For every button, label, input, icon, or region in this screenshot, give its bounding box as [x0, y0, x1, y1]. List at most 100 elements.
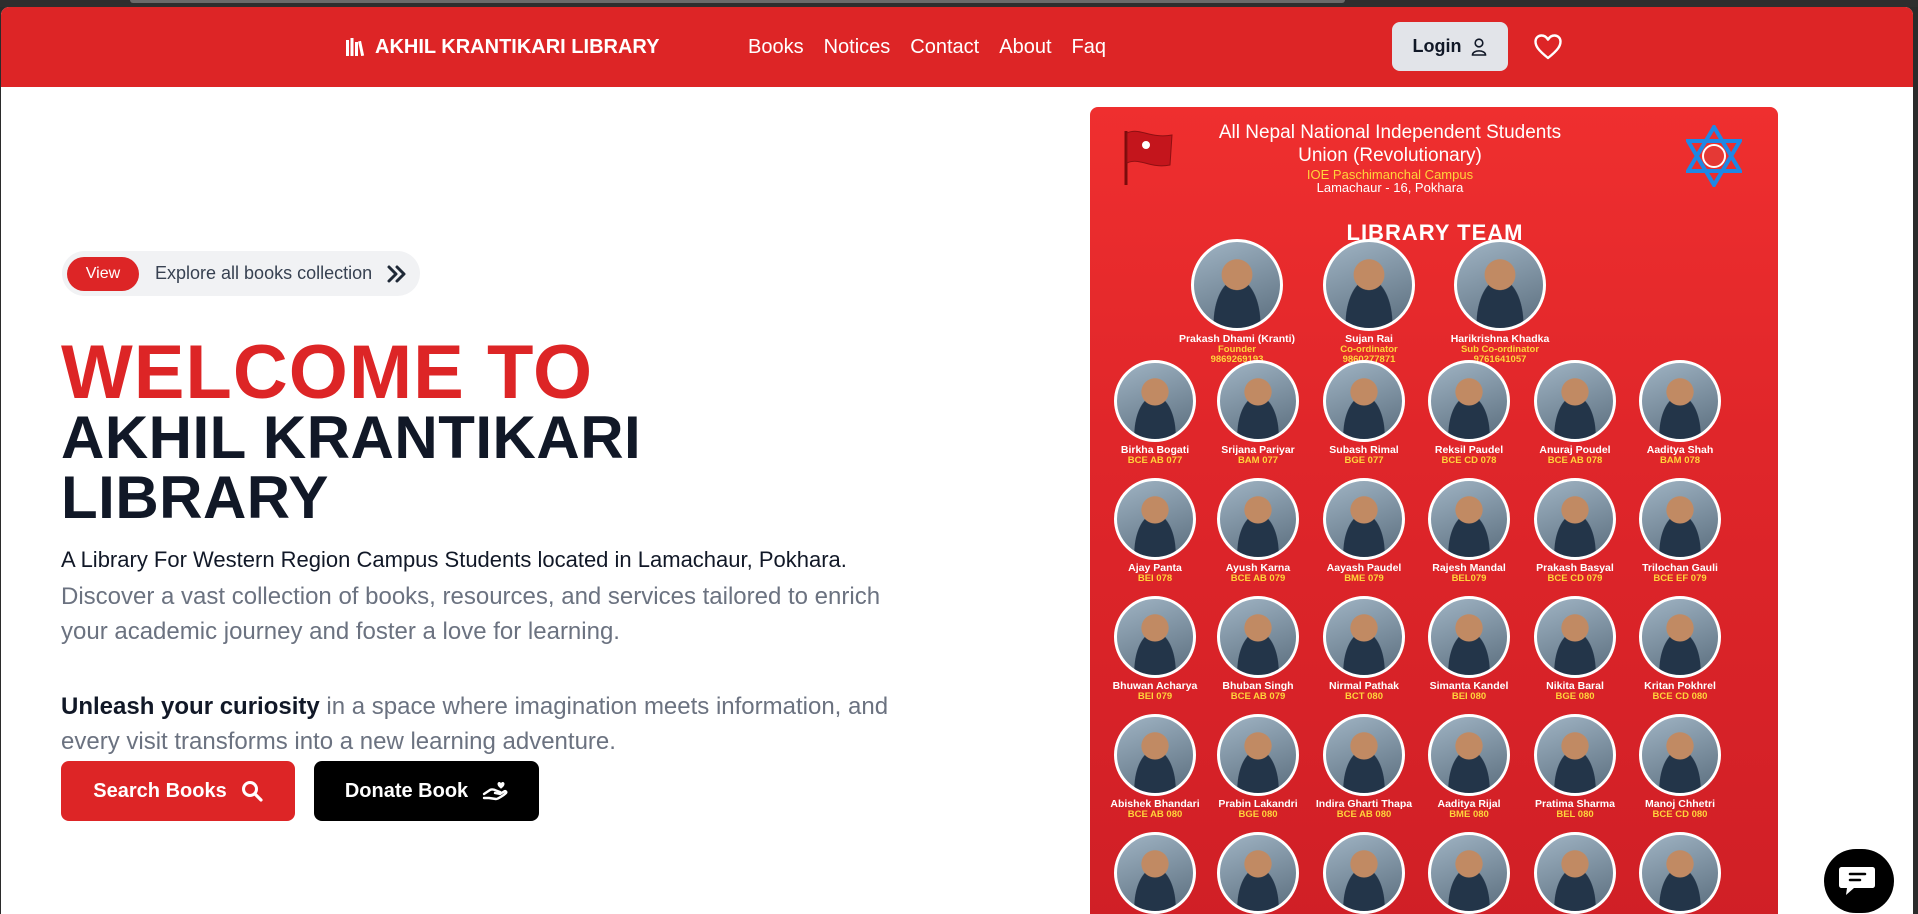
- location-lead: A Library For Western Region Campus Stud…: [61, 547, 847, 572]
- member-batch: BGE 077: [1344, 455, 1384, 466]
- search-icon: [241, 781, 263, 802]
- library-team-poster: All Nepal National Independent Students …: [1090, 107, 1778, 914]
- member-batch: BME 080: [1449, 809, 1489, 820]
- member-photo: [1114, 832, 1196, 914]
- explore-collection-pill[interactable]: View Explore all books collection: [62, 251, 420, 296]
- welcome-heading: WELCOME TO: [61, 330, 594, 415]
- view-tag[interactable]: View: [67, 256, 139, 291]
- member-batch: BCE CD 078: [1441, 455, 1497, 466]
- browser-top-strip: [0, 0, 1918, 7]
- member-photo: [1428, 478, 1510, 560]
- team-member: Reksil Paudel BCE CD 078: [1409, 360, 1529, 466]
- team-member-partial: [1409, 832, 1529, 914]
- curiosity-text: Unleash your curiosity in a space where …: [61, 689, 901, 759]
- member-photo: [1428, 832, 1510, 914]
- member-photo: [1639, 714, 1721, 796]
- team-member: Indira Gharti Thapa BCE AB 080: [1304, 714, 1424, 820]
- chat-bubble-icon: [1839, 867, 1875, 895]
- team-member-partial: [1198, 832, 1318, 914]
- heart-icon[interactable]: [1534, 34, 1562, 60]
- poster-org-name: All Nepal National Independent Students …: [1218, 122, 1562, 166]
- brand-logo[interactable]: AKHIL KRANTIKARI LIBRARY: [346, 35, 659, 59]
- member-batch: BCE AB 080: [1336, 809, 1392, 820]
- nav-about[interactable]: About: [999, 34, 1051, 60]
- nav-notices[interactable]: Notices: [824, 34, 891, 60]
- team-member: Prakash Basyal BCE CD 079: [1515, 478, 1635, 584]
- team-member: Trilochan Gauli BCE EF 079: [1620, 478, 1740, 584]
- team-leader: Prakash Dhami (Kranti) Founder 9869269193: [1177, 239, 1297, 365]
- chat-button[interactable]: [1824, 849, 1894, 913]
- member-photo: [1428, 714, 1510, 796]
- member-photo: [1454, 239, 1546, 331]
- donate-book-button[interactable]: Donate Book: [314, 761, 539, 821]
- team-member: Simanta Kandel BEI 080: [1409, 596, 1529, 702]
- member-batch: BEI 079: [1137, 691, 1173, 702]
- team-member: Aayash Paudel BME 079: [1304, 478, 1424, 584]
- member-batch: BGE 080: [1238, 809, 1278, 820]
- login-label: Login: [1412, 36, 1462, 56]
- member-photo: [1534, 714, 1616, 796]
- member-photo: [1191, 239, 1283, 331]
- member-batch: BEI 078: [1137, 573, 1173, 584]
- member-batch: BGE 080: [1555, 691, 1595, 702]
- member-photo: [1534, 360, 1616, 442]
- team-member-partial: [1515, 832, 1635, 914]
- member-photo: [1534, 596, 1616, 678]
- flag-icon: [1124, 130, 1173, 185]
- member-photo: [1114, 596, 1196, 678]
- team-member: Prabin Lakandri BGE 080: [1198, 714, 1318, 820]
- page-window: AKHIL KRANTIKARI LIBRARY Books Notices C…: [1, 7, 1913, 914]
- team-member: Aaditya Rijal BME 080: [1409, 714, 1529, 820]
- explore-text: Explore all books collection: [155, 263, 373, 283]
- member-photo: [1639, 596, 1721, 678]
- member-photo: [1114, 360, 1196, 442]
- member-photo: [1323, 832, 1405, 914]
- member-batch: BCE CD 080: [1652, 809, 1708, 820]
- team-member: Anuraj Poudel BCE AB 078: [1515, 360, 1635, 466]
- team-member: Abishek Bhandari BCE AB 080: [1095, 714, 1215, 820]
- hand-holding-heart-icon: [482, 781, 508, 801]
- member-photo: [1323, 239, 1415, 331]
- member-photo: [1639, 478, 1721, 560]
- member-photo: [1534, 478, 1616, 560]
- member-photo: [1323, 714, 1405, 796]
- team-member: Pratima Sharma BEL 080: [1515, 714, 1635, 820]
- member-batch: BEI 080: [1451, 691, 1487, 702]
- member-photo: [1639, 832, 1721, 914]
- brand-name: AKHIL KRANTIKARI LIBRARY: [375, 35, 660, 58]
- nav-books[interactable]: Books: [748, 34, 804, 60]
- team-member: Bhuwan Acharya BEI 079: [1095, 596, 1215, 702]
- right-window-edge: [1913, 7, 1918, 914]
- team-leader: Sujan RaiCo-ordinator9860277871: [1309, 239, 1429, 365]
- member-batch: BCE AB 078: [1547, 455, 1603, 466]
- double-chevron-right-icon: [387, 265, 406, 282]
- team-member: Subash Rimal BGE 077: [1304, 360, 1424, 466]
- member-batch: BCE AB 077: [1127, 455, 1183, 466]
- team-member: Ajay Panta BEI 078: [1095, 478, 1215, 584]
- union-star-logo-icon: [1686, 125, 1742, 187]
- member-batch: BEL079: [1451, 573, 1487, 584]
- team-member: Birkha Bogati BCE AB 077: [1095, 360, 1215, 466]
- member-photo: [1217, 478, 1299, 560]
- login-button[interactable]: Login: [1392, 22, 1508, 71]
- member-photo: [1428, 360, 1510, 442]
- member-batch: BCE AB 079: [1230, 573, 1286, 584]
- member-photo: [1323, 360, 1405, 442]
- member-photo: [1114, 714, 1196, 796]
- member-batch: BCE CD 080: [1652, 691, 1708, 702]
- search-books-button[interactable]: Search Books: [61, 761, 295, 821]
- team-member: Rajesh Mandal BEL079: [1409, 478, 1529, 584]
- member-photo: [1428, 596, 1510, 678]
- team-member: Kritan Pokhrel BCE CD 080: [1620, 596, 1740, 702]
- team-leader: Harikrishna Khadka Sub Co-ordinator 976164…: [1440, 239, 1560, 365]
- nav-contact[interactable]: Contact: [910, 34, 979, 60]
- team-member: Aaditya Shah BAM 078: [1620, 360, 1740, 466]
- member-photo: [1534, 832, 1616, 914]
- member-photo: [1323, 478, 1405, 560]
- nav-faq[interactable]: Faq: [1072, 34, 1106, 60]
- team-member-partial: [1620, 832, 1740, 914]
- user-icon: [1472, 37, 1487, 56]
- member-batch: BCE AB 079: [1230, 691, 1286, 702]
- library-title: AKHIL KRANTIKARI LIBRARY: [61, 404, 642, 531]
- member-photo: [1217, 714, 1299, 796]
